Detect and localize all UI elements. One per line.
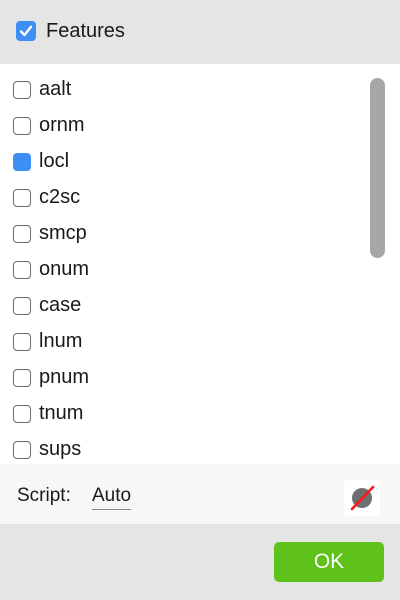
feature-label: case: [39, 294, 82, 316]
feature-checkbox[interactable]: [13, 369, 31, 387]
features-header: Features: [0, 0, 400, 62]
ok-button[interactable]: OK: [274, 542, 384, 582]
script-row: Script: Auto: [0, 464, 400, 524]
feature-checkbox[interactable]: [13, 153, 31, 171]
feature-checkbox[interactable]: [13, 333, 31, 351]
feature-label: lnum: [39, 330, 83, 352]
feature-checkbox[interactable]: [13, 81, 31, 99]
feature-item-pnum[interactable]: pnum: [0, 360, 366, 396]
scrollbar-thumb[interactable]: [370, 78, 385, 258]
feature-checkbox[interactable]: [13, 189, 31, 207]
feature-item-onum[interactable]: onum: [0, 252, 366, 288]
features-panel: Features aalt ornm locl c2sc smcp onum c…: [0, 0, 400, 600]
feature-label: tnum: [39, 402, 84, 424]
feature-checkbox[interactable]: [13, 405, 31, 423]
feature-label: smcp: [39, 222, 87, 244]
feature-item-ornm[interactable]: ornm: [0, 108, 366, 144]
no-entry-icon: [350, 485, 375, 511]
feature-label: sups: [39, 438, 82, 460]
script-select[interactable]: Auto: [92, 484, 132, 510]
feature-label: ornm: [39, 114, 85, 136]
features-title: Features: [46, 20, 125, 42]
features-toggle-checkbox[interactable]: [16, 21, 36, 41]
feature-item-smcp[interactable]: smcp: [0, 216, 366, 252]
feature-list: aalt ornm locl c2sc smcp onum case lnum …: [0, 72, 366, 464]
checkmark-icon: [19, 25, 33, 37]
feature-checkbox[interactable]: [13, 261, 31, 279]
feature-label: onum: [39, 258, 90, 280]
feature-label: pnum: [39, 366, 90, 388]
feature-checkbox[interactable]: [13, 117, 31, 135]
feature-checkbox[interactable]: [13, 225, 31, 243]
feature-label: locl: [39, 150, 70, 172]
feature-list-container: aalt ornm locl c2sc smcp onum case lnum …: [0, 64, 400, 464]
feature-item-lnum[interactable]: lnum: [0, 324, 366, 360]
feature-checkbox[interactable]: [13, 297, 31, 315]
feature-item-locl[interactable]: locl: [0, 144, 366, 180]
script-label: Script:: [17, 485, 71, 506]
feature-item-aalt[interactable]: aalt: [0, 72, 366, 108]
feature-label: aalt: [39, 78, 72, 100]
feature-checkbox[interactable]: [13, 441, 31, 459]
feature-item-c2sc[interactable]: c2sc: [0, 180, 366, 216]
feature-item-sups[interactable]: sups: [0, 432, 366, 464]
feature-item-case[interactable]: case: [0, 288, 366, 324]
feature-label: c2sc: [39, 186, 81, 208]
clear-script-button[interactable]: [344, 480, 380, 516]
feature-item-tnum[interactable]: tnum: [0, 396, 366, 432]
